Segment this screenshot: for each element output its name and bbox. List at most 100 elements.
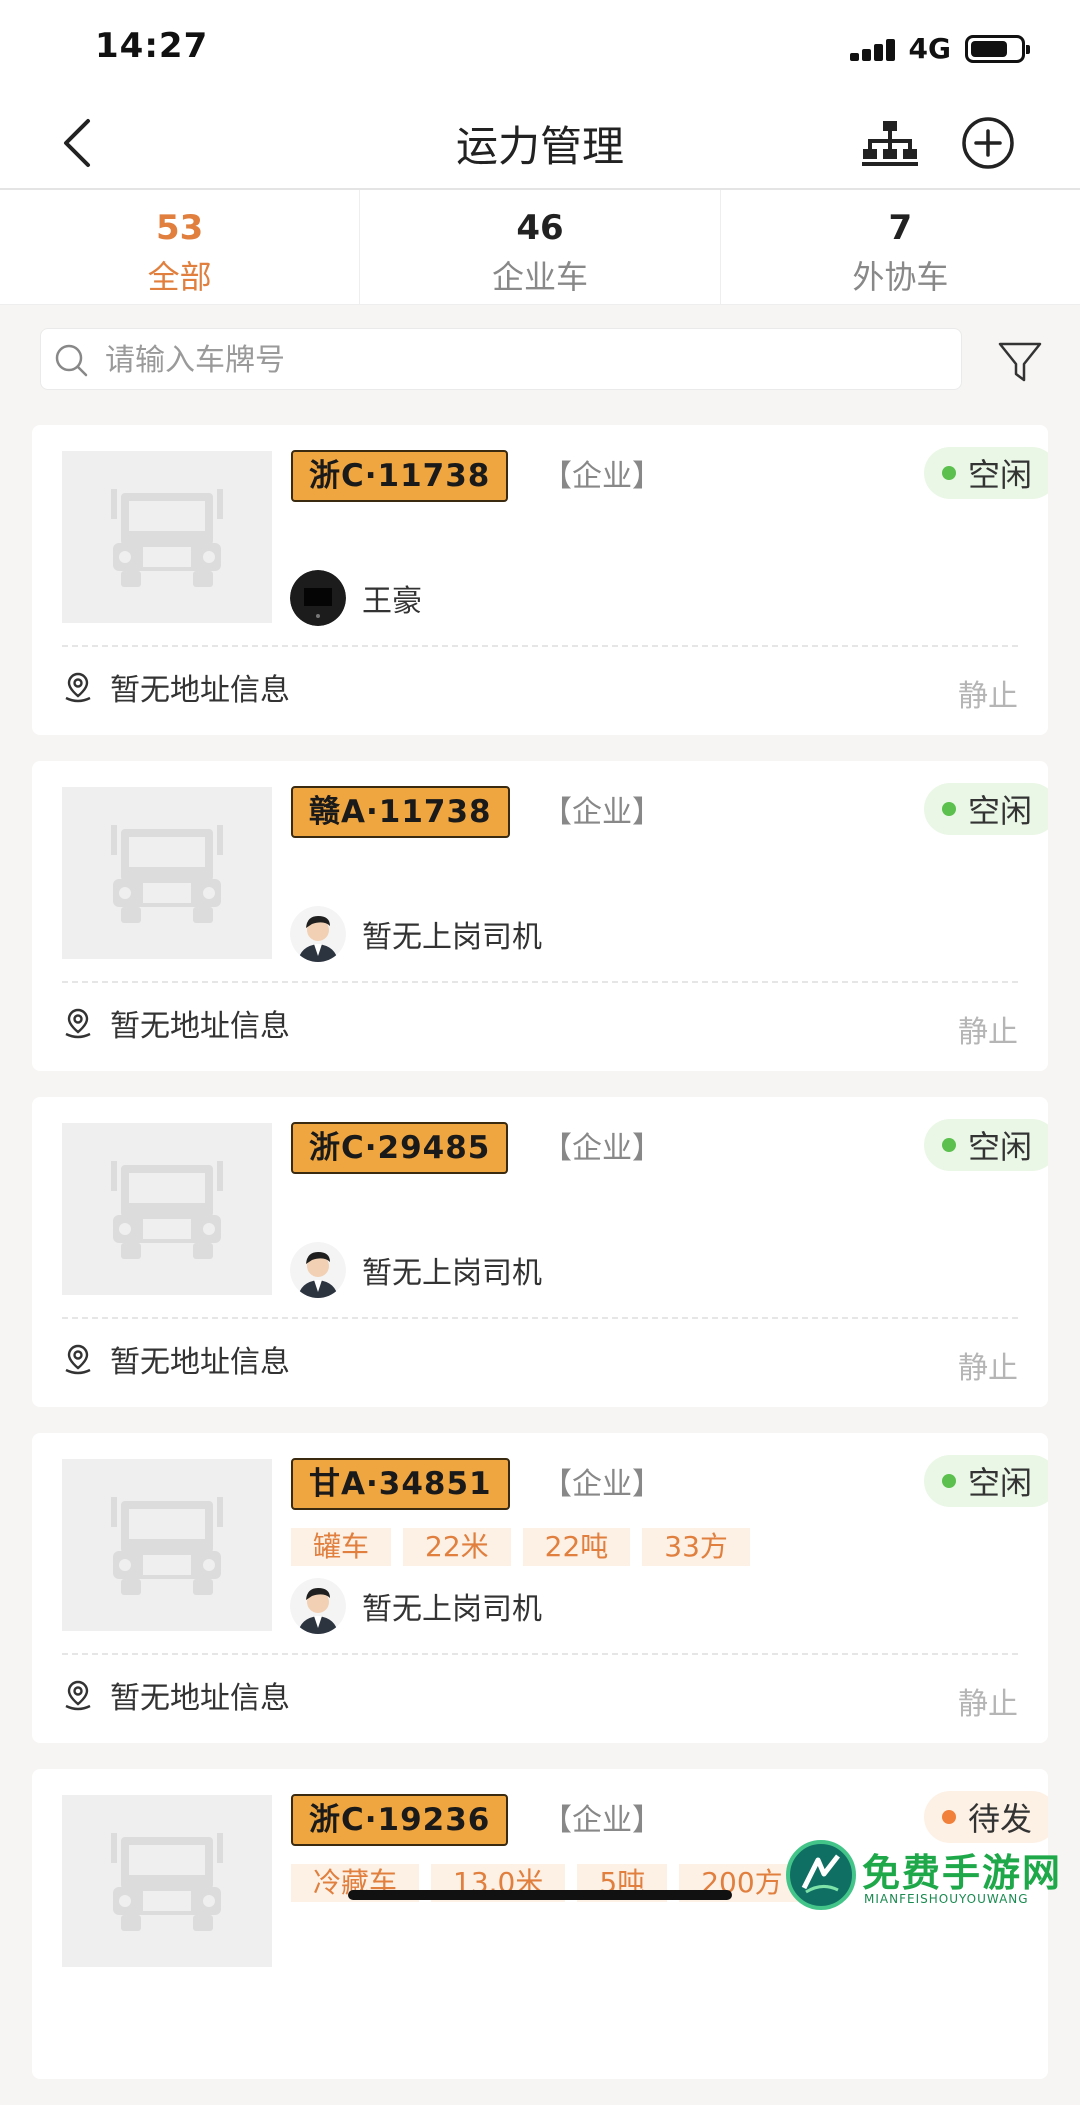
attr-weight: 22吨	[522, 1528, 631, 1566]
battery-level	[971, 40, 1007, 57]
address-row: 暂无地址信息	[62, 665, 290, 709]
tab-enterprise[interactable]: 46 企业车	[359, 190, 719, 304]
tab-count: 7	[888, 208, 913, 248]
tab-label: 外协车	[852, 258, 949, 296]
vehicle-card[interactable]: 浙C·11738 【企业】 空闲 王豪 暂无地址信息 静止	[32, 425, 1048, 735]
org-tag: 【企业】	[542, 795, 662, 830]
driver-info: 暂无上岗司机	[290, 1578, 542, 1634]
status-badge: 空闲	[923, 783, 1048, 835]
divider	[62, 645, 1018, 647]
location-pin-icon	[65, 672, 91, 703]
status-badge: 空闲	[923, 1119, 1048, 1171]
vehicle-thumbnail	[62, 451, 272, 623]
tab-outsourced[interactable]: 7 外协车	[719, 190, 1080, 304]
network-label: 4G	[908, 32, 951, 65]
status-text: 空闲	[967, 456, 1032, 494]
motion-status: 静止	[958, 1687, 1018, 1722]
watermark-title: 免费手游网	[862, 1851, 1063, 1895]
divider	[62, 1653, 1018, 1655]
signal-icon	[849, 37, 895, 61]
status-dot-icon	[941, 1138, 956, 1152]
driver-name: 暂无上岗司机	[362, 1592, 542, 1627]
filter-icon[interactable]	[996, 338, 1044, 386]
watermark-emblem-icon	[786, 1840, 856, 1910]
status-dot-icon	[941, 466, 956, 480]
search-icon	[55, 344, 88, 377]
watermark-logo: 免费手游网 MIANFEISHOUYOUWANG	[786, 1840, 1076, 1918]
address-row: 暂无地址信息	[62, 1673, 290, 1717]
vehicle-thumbnail	[62, 787, 272, 959]
vehicle-card[interactable]: 赣A·11738 【企业】 空闲 暂无上岗司机 暂无地址信息 静止	[32, 761, 1048, 1071]
battery-icon	[965, 34, 1030, 63]
add-circle-icon[interactable]	[960, 115, 1016, 171]
fleet-tabs: 53 全部 46 企业车 7 外协车	[0, 190, 1080, 305]
divider	[62, 1317, 1018, 1319]
address-text: 暂无地址信息	[110, 1681, 290, 1716]
vehicle-thumbnail	[62, 1459, 272, 1631]
motion-status: 静止	[958, 1015, 1018, 1050]
driver-avatar	[290, 1578, 346, 1634]
status-text: 待发	[967, 1800, 1032, 1838]
address-row: 暂无地址信息	[62, 1337, 290, 1381]
page-title: 运力管理	[455, 122, 624, 171]
driver-name: 暂无上岗司机	[362, 1256, 542, 1291]
license-plate: 赣A·11738	[291, 786, 510, 838]
divider	[62, 981, 1018, 983]
tab-all[interactable]: 53 全部	[0, 190, 359, 304]
status-text: 空闲	[967, 1464, 1032, 1502]
address-text: 暂无地址信息	[110, 673, 290, 708]
driver-info: 王豪	[290, 570, 422, 626]
nav-bar: 运力管理	[0, 95, 1080, 190]
org-tag: 【企业】	[542, 1803, 662, 1838]
vehicle-thumbnail	[62, 1795, 272, 1967]
org-tag: 【企业】	[542, 1467, 662, 1502]
truck-icon	[111, 1161, 223, 1259]
status-dot-icon	[941, 802, 956, 816]
truck-icon	[111, 489, 223, 587]
vehicle-card[interactable]: 浙C·19236 【企业】 待发 冷藏车 13.0米 5吨 200方	[32, 1769, 1048, 2079]
vehicle-attributes: 罐车 22米 22吨 33方	[291, 1528, 750, 1566]
attr-volume: 33方	[642, 1528, 750, 1566]
tab-label: 企业车	[491, 258, 588, 296]
driver-name: 王豪	[362, 584, 422, 619]
status-icons: 4G	[849, 32, 1030, 65]
vehicle-card[interactable]: 浙C·29485 【企业】 空闲 暂无上岗司机 暂无地址信息 静止	[32, 1097, 1048, 1407]
truck-icon	[111, 1833, 223, 1931]
motion-status: 静止	[958, 679, 1018, 714]
org-tag: 【企业】	[542, 459, 662, 494]
motion-status: 静止	[958, 1351, 1018, 1386]
driver-info: 暂无上岗司机	[290, 906, 542, 962]
status-time: 14:27	[95, 26, 209, 66]
status-badge: 空闲	[923, 447, 1048, 499]
driver-info: 暂无上岗司机	[290, 1242, 542, 1298]
status-dot-icon	[941, 1474, 956, 1488]
license-plate: 甘A·34851	[291, 1458, 510, 1510]
status-badge: 待发	[923, 1791, 1048, 1843]
license-plate: 浙C·19236	[291, 1794, 509, 1846]
attr-type: 罐车	[291, 1528, 392, 1566]
tab-count: 46	[516, 208, 564, 248]
driver-avatar	[290, 1242, 346, 1298]
status-bar: 14:27 4G	[0, 0, 1080, 95]
org-structure-icon[interactable]	[862, 117, 918, 167]
driver-avatar	[290, 906, 346, 962]
attr-length: 22米	[403, 1528, 511, 1566]
status-badge: 空闲	[923, 1455, 1048, 1507]
truck-icon	[111, 825, 223, 923]
address-text: 暂无地址信息	[110, 1009, 290, 1044]
tab-label: 全部	[147, 258, 212, 296]
vehicle-card[interactable]: 甘A·34851 【企业】 空闲 罐车 22米 22吨 33方 暂无上岗司机 暂…	[32, 1433, 1048, 1743]
location-pin-icon	[65, 1008, 91, 1039]
search-box	[40, 328, 962, 391]
location-pin-icon	[65, 1680, 91, 1711]
plate-search-input[interactable]	[103, 329, 947, 391]
home-indicator	[348, 1890, 732, 1900]
tab-count: 53	[156, 208, 204, 248]
license-plate: 浙C·11738	[291, 450, 509, 502]
status-dot-icon	[941, 1810, 956, 1824]
address-text: 暂无地址信息	[110, 1345, 290, 1380]
status-text: 空闲	[967, 792, 1032, 830]
truck-icon	[111, 1497, 223, 1595]
watermark-subtitle: MIANFEISHOUYOUWANG	[864, 1892, 1029, 1906]
status-text: 空闲	[967, 1128, 1032, 1166]
